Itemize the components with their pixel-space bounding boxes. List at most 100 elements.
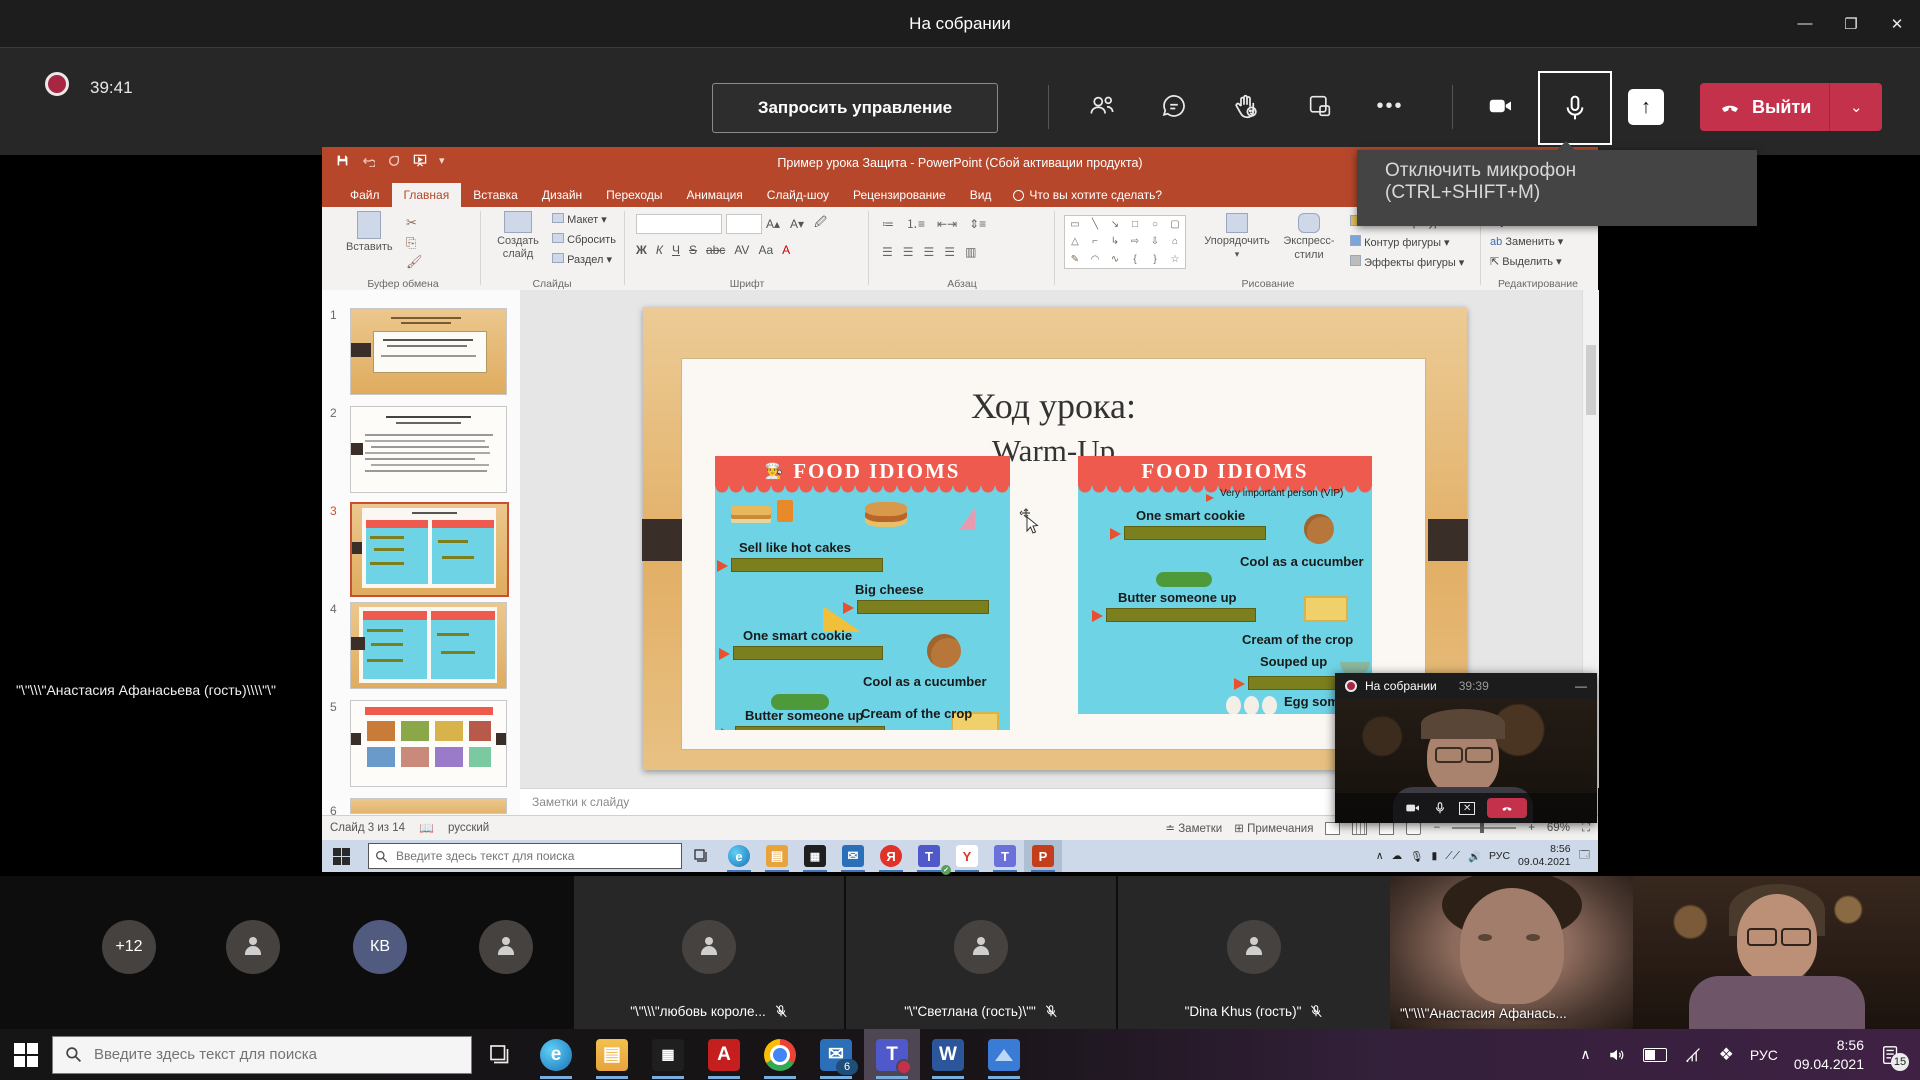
arrange-button[interactable]: Упорядочить▾: [1200, 213, 1274, 260]
taskbar-icon-photos[interactable]: [976, 1029, 1032, 1080]
slide-thumbnail-1[interactable]: [350, 308, 507, 395]
indent-buttons[interactable]: ⇤⇥: [937, 217, 957, 231]
shared-taskbar-icon-store[interactable]: ▦: [796, 840, 834, 872]
taskbar-clock[interactable]: 8:56 09.04.2021: [1794, 1036, 1864, 1072]
zoom-out-button[interactable]: −: [1433, 822, 1440, 834]
camera-icon[interactable]: [1472, 77, 1530, 135]
shrink-font-button[interactable]: А▾: [790, 217, 804, 231]
cut-copy-painter-icons[interactable]: ✂⎘🖌: [406, 213, 423, 272]
layout-button[interactable]: Макет ▾: [552, 213, 607, 226]
pip-hangup-button[interactable]: [1487, 798, 1527, 818]
tray-dropbox-icon[interactable]: ❖: [1719, 1045, 1734, 1065]
tray-battery-icon[interactable]: ▮: [1431, 850, 1437, 862]
align-left-button[interactable]: ☰: [882, 245, 893, 259]
shared-taskbar-icon-teams-check[interactable]: T✓: [910, 840, 948, 872]
clear-format-button[interactable]: 🖉: [814, 213, 827, 234]
shared-taskbar-icon-yandex[interactable]: Я: [872, 840, 910, 872]
tab-insert[interactable]: Вставка: [461, 183, 530, 207]
font-color-button[interactable]: А: [782, 243, 790, 257]
quick-access-toolbar[interactable]: ▾: [336, 154, 445, 167]
slideshow-view-button[interactable]: [1406, 822, 1421, 835]
chat-icon[interactable]: [1145, 77, 1203, 135]
slide-thumbnail-6[interactable]: [350, 798, 507, 814]
shared-taskbar-icon-powerpoint-active[interactable]: P: [1024, 840, 1062, 872]
normal-view-button[interactable]: [1325, 822, 1340, 835]
raise-hand-icon[interactable]: [1217, 77, 1275, 135]
slide-thumbnail-4[interactable]: [350, 602, 507, 689]
taskbar-icon-acrobat[interactable]: A: [696, 1029, 752, 1080]
change-case-button[interactable]: Aa: [758, 243, 773, 257]
tray-battery-icon[interactable]: [1643, 1048, 1667, 1062]
microphone-button[interactable]: [1538, 71, 1612, 145]
tab-review[interactable]: Рецензирование: [841, 183, 958, 207]
tab-transitions[interactable]: Переходы: [594, 183, 674, 207]
select-button[interactable]: ⇱ Выделить ▾: [1490, 255, 1562, 268]
char-spacing-button[interactable]: AV: [734, 243, 749, 257]
italic-button[interactable]: К: [656, 243, 663, 257]
language-indicator[interactable]: РУС: [1750, 1047, 1778, 1063]
tab-view[interactable]: Вид: [958, 183, 1004, 207]
bullets-button[interactable]: ≔: [882, 217, 894, 231]
shape-outline-button[interactable]: Контур фигуры ▾: [1350, 235, 1450, 249]
shared-clock[interactable]: 8:56 09.04.2021: [1518, 843, 1571, 869]
bold-button[interactable]: Ж: [636, 243, 647, 257]
participant-tile-3[interactable]: "Dina Khus (гость)": [1116, 876, 1390, 1029]
minimize-button[interactable]: —: [1782, 0, 1828, 47]
tray-volume-icon[interactable]: 🔊: [1468, 850, 1481, 863]
justify-button[interactable]: ☰: [944, 245, 955, 259]
slide-thumbnail-3-selected[interactable]: [350, 502, 509, 597]
request-control-button[interactable]: Запросить управление: [712, 83, 998, 133]
font-size-box[interactable]: [726, 214, 762, 234]
participant-avatar[interactable]: [479, 920, 533, 974]
participant-avatar[interactable]: [226, 920, 280, 974]
taskview-button[interactable]: [472, 1029, 528, 1080]
close-button[interactable]: ✕: [1874, 0, 1920, 47]
more-options-icon[interactable]: •••: [1361, 77, 1419, 135]
shared-search-box[interactable]: [368, 843, 682, 869]
grow-font-button[interactable]: А▴: [766, 217, 780, 231]
shared-taskbar-icon-yandex-y[interactable]: Y: [948, 840, 986, 872]
taskbar-search-box[interactable]: [52, 1036, 472, 1074]
redo-icon[interactable]: [387, 154, 401, 167]
start-button[interactable]: [0, 1029, 52, 1080]
more-participants-avatar[interactable]: +12: [102, 920, 156, 974]
zoom-level[interactable]: 69%: [1547, 822, 1570, 834]
align-center-button[interactable]: ☰: [903, 245, 914, 259]
leave-options-chevron[interactable]: ⌄: [1829, 83, 1882, 131]
shared-taskview-button[interactable]: [682, 840, 720, 872]
slide-thumbnail-2[interactable]: [350, 406, 507, 493]
shared-search-input[interactable]: [394, 848, 648, 864]
tray-mic-icon[interactable]: 🎙: [1410, 850, 1423, 863]
zoom-slider[interactable]: [1452, 827, 1516, 829]
taskbar-icon-teams-active[interactable]: T: [864, 1029, 920, 1080]
line-spacing-button[interactable]: ⇕≡: [969, 217, 986, 231]
fit-to-window-button[interactable]: ⛶: [1582, 822, 1590, 835]
participant-avatar-initials[interactable]: КВ: [353, 920, 407, 974]
taskbar-icon-mail[interactable]: ✉6: [808, 1029, 864, 1080]
spellcheck-icon[interactable]: 📖: [419, 821, 434, 835]
tab-design[interactable]: Дизайн: [530, 183, 594, 207]
zoom-in-button[interactable]: +: [1528, 822, 1535, 834]
subscript-button[interactable]: abc: [706, 243, 725, 257]
shared-taskbar-icon-teams[interactable]: T: [986, 840, 1024, 872]
shared-taskbar-icon-explorer[interactable]: ▤: [758, 840, 796, 872]
slide-sorter-view-button[interactable]: [1352, 822, 1367, 835]
paste-button[interactable]: Вставить: [346, 211, 393, 253]
participants-icon[interactable]: [1073, 77, 1131, 135]
shape-effects-button[interactable]: Эффекты фигуры ▾: [1350, 255, 1464, 269]
numbering-button[interactable]: ⒈≡: [906, 215, 925, 232]
taskbar-icon-explorer[interactable]: ▤: [584, 1029, 640, 1080]
tray-onedrive-icon[interactable]: ☁: [1392, 850, 1403, 862]
tab-slideshow[interactable]: Слайд-шоу: [755, 183, 841, 207]
reading-view-button[interactable]: [1379, 822, 1394, 835]
taskbar-icon-chrome[interactable]: [752, 1029, 808, 1080]
comments-toggle[interactable]: ⊞ Примечания: [1234, 821, 1313, 835]
shapes-gallery[interactable]: ▭╲↘□○▢ △⌐↳⇨⇩⌂ ✎◠∿{}☆: [1064, 215, 1186, 269]
participant-video-tile[interactable]: "\"\\\"Анастасия Афанась...: [1390, 876, 1633, 1029]
taskbar-icon-store[interactable]: ▦: [640, 1029, 696, 1080]
leave-button[interactable]: Выйти: [1700, 83, 1829, 131]
reset-button[interactable]: Сбросить: [552, 233, 616, 246]
tab-animations[interactable]: Анимация: [674, 183, 754, 207]
tray-network-icon[interactable]: ⟋⟋: [1445, 850, 1460, 863]
pip-mic-icon[interactable]: [1433, 800, 1447, 816]
